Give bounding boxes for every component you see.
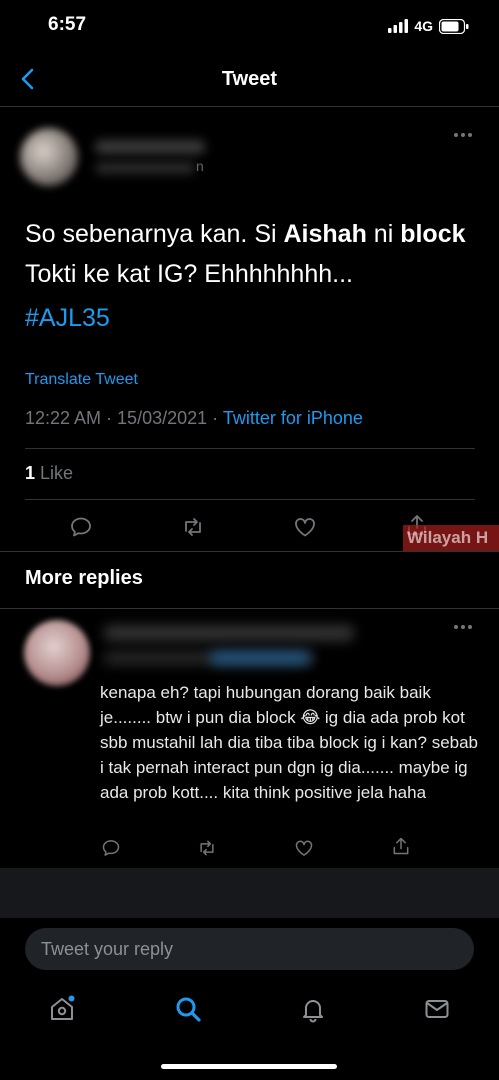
like-count-label: Like (35, 463, 74, 483)
signal-icon (388, 19, 409, 33)
reply-icon[interactable] (101, 838, 121, 858)
tweet-text-prefix: So sebenarnya kan. Si (25, 220, 284, 248)
more-icon[interactable] (453, 132, 473, 138)
tweet-text: So sebenarnya kan. Si Aishah ni block To… (25, 214, 485, 294)
reply-mention-redacted (210, 652, 310, 664)
tweet-meta: 12:22 AM · 15/03/2021 · Twitter for iPho… (25, 408, 363, 429)
reply-author-name-redacted (104, 625, 354, 641)
more-icon[interactable] (453, 624, 473, 630)
reply-author-avatar[interactable] (24, 620, 90, 686)
watermark: Wilayah H (403, 525, 499, 551)
divider (25, 448, 475, 449)
author-handle-redacted (95, 162, 195, 174)
search-icon[interactable] (174, 995, 202, 1023)
more-replies-heading: More replies (25, 567, 143, 589)
notifications-icon[interactable] (299, 995, 327, 1023)
retweet-icon[interactable] (181, 515, 205, 539)
page-title: Tweet (221, 68, 278, 90)
timeline-separator (0, 868, 499, 918)
tweet-text-mid: ni (366, 220, 401, 248)
header-bar: Tweet (0, 56, 499, 107)
author-avatar[interactable] (20, 128, 78, 186)
retweet-icon[interactable] (197, 838, 217, 858)
hashtag-link[interactable]: #AJL35 (25, 304, 110, 333)
tweet-text-suffix: Tokti ke kat IG? Ehhhhhhhh... (25, 260, 353, 288)
home-indicator (161, 1064, 337, 1069)
status-time: 6:57 (48, 14, 87, 35)
like-icon[interactable] (293, 515, 317, 539)
battery-icon (439, 18, 469, 34)
divider (0, 608, 499, 609)
home-icon[interactable] (48, 995, 76, 1023)
translate-tweet-link[interactable]: Translate Tweet (25, 371, 138, 389)
messages-icon[interactable] (423, 995, 451, 1023)
share-icon[interactable] (391, 836, 411, 856)
divider (0, 551, 499, 552)
likes-count[interactable]: 1 Like (25, 463, 73, 484)
reply-icon[interactable] (69, 515, 93, 539)
divider (25, 499, 475, 500)
network-label: 4G (414, 18, 433, 34)
author-name-redacted (95, 140, 205, 154)
like-count-number: 1 (25, 463, 36, 483)
tweet-text-bold-block: block (400, 220, 466, 248)
reply-text: kenapa eh? tapi hubungan dorang baik bai… (100, 683, 479, 802)
tweet-timestamp: 12:22 AM · 15/03/2021 · (25, 408, 223, 428)
tweet-source-link[interactable]: Twitter for iPhone (223, 408, 363, 428)
like-icon[interactable] (294, 838, 314, 858)
author-handle-tail: n (196, 158, 204, 174)
status-indicators: 4G (388, 18, 469, 34)
tweet-reply-input[interactable]: Tweet your reply (25, 928, 474, 970)
tweet-text-bold-name: Aishah (283, 220, 367, 248)
